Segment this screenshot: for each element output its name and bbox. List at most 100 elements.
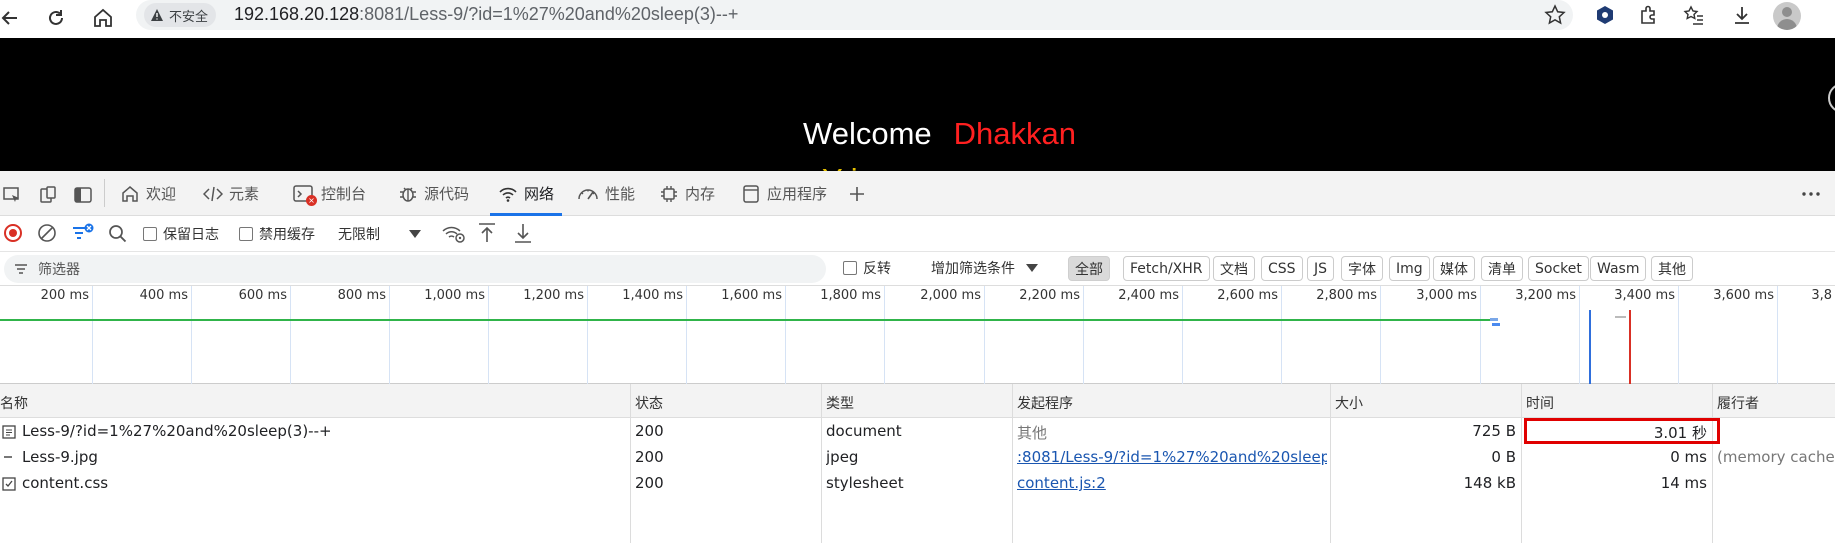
type-filter-all[interactable]: 全部: [1068, 256, 1110, 281]
type-filter-doc[interactable]: 文档: [1213, 256, 1255, 281]
extension-shield-icon[interactable]: [1594, 4, 1616, 26]
import-har-icon[interactable]: [477, 222, 497, 244]
filter-bar: 筛选器 反转 增加筛选条件 全部 Fetch/XHR 文档 CSS JS 字体 …: [0, 252, 1835, 286]
type-filter-media[interactable]: 媒体: [1433, 256, 1475, 281]
tab-network[interactable]: 网络: [489, 171, 563, 216]
request-type: document: [826, 422, 902, 440]
profile-avatar[interactable]: [1773, 2, 1801, 30]
request-status: 200: [635, 448, 664, 466]
column-fulfilled[interactable]: 履行者: [1717, 393, 1759, 413]
table-row[interactable]: Less-9.jpg 200 jpeg :8081/Less-9/?id=1%2…: [0, 444, 1835, 470]
column-size[interactable]: 大小: [1335, 393, 1363, 413]
timeline-tick: 3,600 ms: [1713, 286, 1778, 384]
export-har-icon[interactable]: [513, 222, 533, 244]
favorite-star-icon[interactable]: [1544, 4, 1566, 26]
clear-icon[interactable]: [37, 223, 57, 243]
type-filter-socket[interactable]: Socket: [1528, 256, 1589, 281]
downloads-icon[interactable]: [1731, 4, 1753, 26]
type-filter-img[interactable]: Img: [1389, 256, 1430, 281]
url-path: :8081/Less-9/?id=1%27%20and%20sleep(3)--…: [359, 4, 739, 24]
disable-cache-checkbox[interactable]: 禁用缓存: [239, 222, 315, 246]
preserve-log-label: 保留日志: [163, 227, 219, 243]
reload-icon: [49, 10, 63, 25]
url-text[interactable]: 192.168.20.128:8081/Less-9/?id=1%27%20an…: [234, 4, 738, 25]
tab-console[interactable]: × 控制台: [293, 171, 366, 216]
chip-icon: [661, 185, 677, 202]
tab-label: 欢迎: [146, 185, 177, 203]
timing-segment: [1492, 323, 1500, 326]
type-filter-other[interactable]: 其他: [1651, 256, 1693, 281]
tab-welcome[interactable]: 欢迎: [120, 171, 176, 216]
disable-cache-label: 禁用缓存: [259, 227, 315, 243]
tab-elements[interactable]: 元素: [203, 171, 259, 216]
preserve-log-checkbox[interactable]: 保留日志: [143, 222, 219, 246]
favorites-list-icon[interactable]: [1683, 4, 1705, 26]
inspect-element-icon[interactable]: [2, 185, 22, 205]
request-initiator-link[interactable]: :8081/Less-9/?id=1%27%20and%20sleep(3): [1017, 448, 1327, 466]
reload-button[interactable]: [40, 2, 72, 34]
warning-icon: [151, 9, 163, 21]
type-filter-fetch-xhr[interactable]: Fetch/XHR: [1123, 256, 1210, 281]
document-file-icon: [2, 425, 16, 439]
request-size: 725 B: [1472, 422, 1516, 440]
tab-sources[interactable]: 源代码: [398, 171, 469, 216]
type-filter-manifest[interactable]: 清单: [1481, 256, 1523, 281]
address-bar[interactable]: 不安全 192.168.20.128:8081/Less-9/?id=1%27%…: [136, 0, 1573, 30]
user-name: Dhakkan: [953, 116, 1076, 151]
tab-performance[interactable]: 性能: [577, 171, 635, 216]
timeline-tick: 2,200 ms: [1019, 286, 1084, 384]
tab-label: 控制台: [321, 185, 367, 203]
column-time[interactable]: 时间: [1526, 393, 1554, 413]
add-tab-icon[interactable]: [848, 185, 866, 203]
table-header: 名称 状态 类型 发起程序 大小 时间 履行者: [0, 384, 1835, 418]
document-waiting-bar: [0, 319, 1495, 321]
back-button[interactable]: [0, 2, 26, 34]
table-row[interactable]: content.css 200 stylesheet content.js:2 …: [0, 470, 1835, 496]
home-button[interactable]: [87, 2, 119, 34]
device-emulation-icon[interactable]: [38, 185, 58, 205]
type-filter-css[interactable]: CSS: [1261, 256, 1303, 281]
network-conditions-icon[interactable]: [442, 223, 466, 245]
dock-side-icon[interactable]: [73, 185, 93, 205]
network-overview-timeline[interactable]: 200 ms 400 ms 600 ms 800 ms 1,000 ms 1,2…: [0, 286, 1835, 384]
type-filter-wasm[interactable]: Wasm: [1590, 256, 1647, 281]
extensions-puzzle-icon[interactable]: [1637, 4, 1659, 26]
request-name: Less-9/?id=1%27%20and%20sleep(3)--+: [22, 422, 332, 440]
stylesheet-file-icon: [2, 477, 16, 491]
load-event-marker: [1629, 310, 1631, 384]
tab-divider: [104, 179, 105, 207]
more-filters-dropdown[interactable]: 增加筛选条件: [931, 256, 1039, 280]
request-type: stylesheet: [826, 474, 904, 492]
type-filter-js[interactable]: JS: [1307, 256, 1335, 281]
timeline-tick: 3,400 ms: [1614, 286, 1679, 384]
column-status[interactable]: 状态: [635, 393, 663, 413]
home-icon: [122, 185, 138, 202]
filter-toggle-icon[interactable]: [72, 223, 94, 243]
table-row[interactable]: Less-9/?id=1%27%20and%20sleep(3)--+ 200 …: [0, 418, 1835, 444]
more-options-icon[interactable]: [1800, 185, 1822, 203]
request-time: 14 ms: [1660, 474, 1707, 492]
column-name[interactable]: 名称: [0, 393, 28, 413]
tab-memory[interactable]: 内存: [659, 171, 715, 216]
security-label: 不安全: [169, 9, 209, 25]
throttling-select[interactable]: 无限制: [338, 222, 422, 246]
search-icon[interactable]: [108, 224, 127, 243]
filter-input[interactable]: 筛选器: [4, 255, 826, 283]
clipped-yellow-text: Y i: [822, 162, 858, 171]
column-type[interactable]: 类型: [826, 393, 854, 413]
type-filter-font[interactable]: 字体: [1341, 256, 1383, 281]
timeline-tick: 600 ms: [239, 286, 291, 384]
request-initiator-link[interactable]: content.js:2: [1017, 474, 1106, 492]
timeline-tick: 1,800 ms: [820, 286, 885, 384]
dropdown-arrow-icon: [1026, 264, 1038, 272]
column-initiator[interactable]: 发起程序: [1017, 393, 1073, 413]
security-indicator[interactable]: 不安全: [144, 3, 217, 27]
timeline-tick: 3,000 ms: [1416, 286, 1481, 384]
invert-checkbox[interactable]: 反转: [843, 256, 891, 280]
tab-label: 内存: [685, 185, 716, 203]
throttling-value: 无限制: [338, 227, 380, 243]
record-button[interactable]: [4, 224, 22, 242]
back-arrow-icon: [1, 11, 17, 25]
dom-content-loaded-marker: [1589, 310, 1591, 384]
tab-application[interactable]: 应用程序: [741, 171, 827, 216]
